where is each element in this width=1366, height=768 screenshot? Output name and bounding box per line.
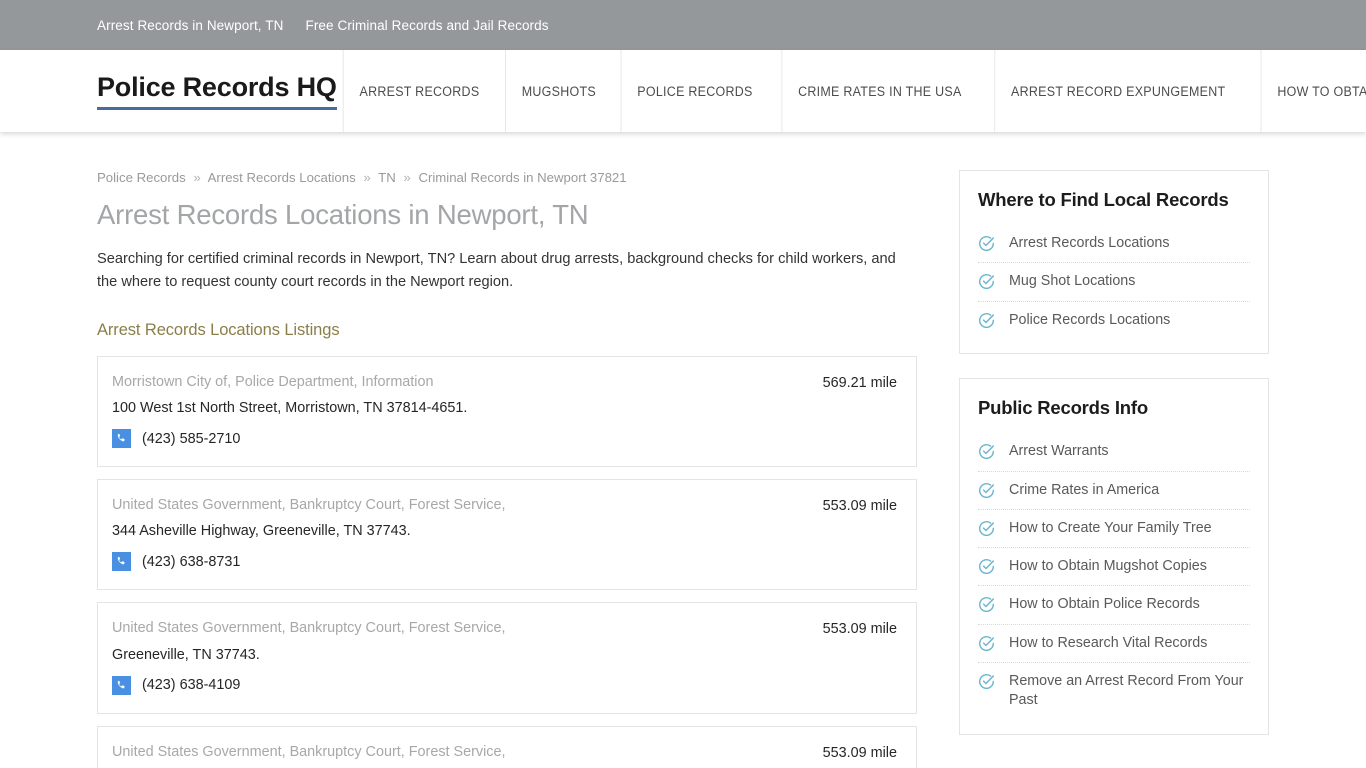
circle-check-icon xyxy=(978,312,995,329)
sidebar: Where to Find Local Records Arrest Recor… xyxy=(959,170,1269,768)
listing-details: United States Government, Bankruptcy Cou… xyxy=(112,497,805,572)
listing-card[interactable]: United States Government, Bankruptcy Cou… xyxy=(97,479,917,591)
breadcrumb-separator: » xyxy=(363,170,371,185)
listing-distance: 553.09 mile xyxy=(822,498,897,515)
phone-icon xyxy=(112,552,131,572)
phone-icon xyxy=(112,675,131,695)
listing-name-link[interactable]: United States Government, Bankruptcy Cou… xyxy=(112,620,805,637)
widget-where-to-find-local-records: Where to Find Local Records Arrest Recor… xyxy=(959,170,1269,355)
listing-phone-link[interactable]: (423) 638-4109 xyxy=(142,677,240,693)
listing-name-link[interactable]: United States Government, Bankruptcy Cou… xyxy=(112,744,805,761)
breadcrumb-separator: » xyxy=(193,170,201,185)
circle-check-icon xyxy=(978,443,995,460)
circle-check-icon xyxy=(978,596,995,613)
circle-check-icon xyxy=(978,520,995,537)
widget-link[interactable]: Arrest Warrants xyxy=(1009,442,1109,461)
widget-link[interactable]: Remove an Arrest Record From Your Past xyxy=(1009,672,1250,711)
widget-title: Public Records Info xyxy=(978,397,1148,419)
list-item[interactable]: Mug Shot Locations xyxy=(978,263,1250,302)
site-logo[interactable]: Police Records HQ xyxy=(97,72,337,110)
breadcrumb-item-current: Criminal Records in Newport 37821 xyxy=(418,170,627,185)
widget-link[interactable]: How to Create Your Family Tree xyxy=(1009,519,1212,538)
circle-check-icon xyxy=(978,273,995,290)
top-utility-bar: Arrest Records in Newport, TN Free Crimi… xyxy=(0,0,1366,50)
listing-card[interactable]: United States Government, Bankruptcy Cou… xyxy=(97,602,917,714)
widget-link[interactable]: How to Research Vital Records xyxy=(1009,634,1207,653)
breadcrumb-item-arrest-records-locations[interactable]: Arrest Records Locations xyxy=(208,170,356,185)
topbar-link-arrest-records[interactable]: Arrest Records in Newport, TN xyxy=(97,18,283,33)
listing-name-link[interactable]: United States Government, Bankruptcy Cou… xyxy=(112,497,805,514)
listing-card[interactable]: United States Government, Bankruptcy Cou… xyxy=(97,725,917,768)
nav-item-how-to-obtain-public-records[interactable]: HOW TO OBTAIN PUBLIC RECORDS xyxy=(1260,50,1366,132)
circle-check-icon xyxy=(978,482,995,499)
main-navigation: ARREST RECORDS MUGSHOTS POLICE RECORDS C… xyxy=(337,50,1366,132)
listing-phone-row: (423) 638-8731 xyxy=(112,552,805,572)
list-item[interactable]: How to Obtain Police Records xyxy=(978,586,1250,625)
widget-list: Arrest Records Locations Mug Shot Locati… xyxy=(978,225,1250,339)
circle-check-icon xyxy=(978,558,995,575)
listing-details: Morristown City of, Police Department, I… xyxy=(112,374,805,449)
listing-address: Greeneville, TN 37743. xyxy=(112,646,260,663)
listing-distance: 553.09 mile xyxy=(822,621,897,638)
list-item[interactable]: How to Research Vital Records xyxy=(978,625,1250,664)
page-body: Police Records » Arrest Records Location… xyxy=(0,132,1366,768)
listing-phone-link[interactable]: (423) 585-2710 xyxy=(142,431,240,447)
nav-item-mugshots[interactable]: MUGSHOTS xyxy=(504,50,612,132)
widget-link[interactable]: Mug Shot Locations xyxy=(1009,272,1135,291)
list-item[interactable]: Crime Rates in America xyxy=(978,472,1250,510)
listing-name-link[interactable]: Morristown City of, Police Department, I… xyxy=(112,374,805,391)
list-item[interactable]: Arrest Records Locations xyxy=(978,225,1250,264)
phone-icon xyxy=(112,429,131,449)
listing-address: 100 West 1st North Street, Morristown, T… xyxy=(112,400,468,417)
listing-details: United States Government, Bankruptcy Cou… xyxy=(112,620,805,695)
widget-link[interactable]: How to Obtain Police Records xyxy=(1009,595,1200,614)
widget-link[interactable]: Arrest Records Locations xyxy=(1009,234,1170,253)
breadcrumb: Police Records » Arrest Records Location… xyxy=(97,170,917,185)
listing-phone-row: (423) 585-2710 xyxy=(112,429,805,449)
list-item[interactable]: How to Create Your Family Tree xyxy=(978,510,1250,549)
page-intro-paragraph: Searching for certified criminal records… xyxy=(97,250,896,291)
widget-link[interactable]: Police Records Locations xyxy=(1009,311,1170,330)
listing-details: United States Government, Bankruptcy Cou… xyxy=(112,744,805,768)
list-item[interactable]: Arrest Warrants xyxy=(978,433,1250,472)
nav-item-police-records[interactable]: POLICE RECORDS xyxy=(620,50,769,132)
main-content: Police Records » Arrest Records Location… xyxy=(97,170,917,768)
listing-phone-row: (423) 638-4109 xyxy=(112,675,805,695)
breadcrumb-separator: » xyxy=(403,170,411,185)
list-item[interactable]: How to Obtain Mugshot Copies xyxy=(978,548,1250,587)
page-title: Arrest Records Locations in Newport, TN xyxy=(97,199,589,230)
list-item[interactable]: Police Records Locations xyxy=(978,302,1250,339)
circle-check-icon xyxy=(978,235,995,252)
circle-check-icon xyxy=(978,673,995,690)
nav-item-arrest-records[interactable]: ARREST RECORDS xyxy=(342,50,494,132)
nav-item-arrest-record-expungement[interactable]: ARREST RECORD EXPUNGEMENT xyxy=(994,50,1241,132)
nav-item-crime-rates-in-the-usa[interactable]: CRIME RATES IN THE USA xyxy=(781,50,978,132)
site-header: Police Records HQ ARREST RECORDS MUGSHOT… xyxy=(0,50,1366,132)
listing-phone-link[interactable]: (423) 638-8731 xyxy=(142,554,240,570)
topbar-link-free-criminal-records[interactable]: Free Criminal Records and Jail Records xyxy=(305,18,548,33)
breadcrumb-item-police-records[interactable]: Police Records xyxy=(97,170,186,185)
listing-address: 344 Asheville Highway, Greeneville, TN 3… xyxy=(112,523,411,540)
listing-distance: 553.09 mile xyxy=(822,744,897,761)
widget-list: Arrest Warrants Crime Rates in America H… xyxy=(978,433,1250,719)
widget-link[interactable]: Crime Rates in America xyxy=(1009,481,1159,500)
circle-check-icon xyxy=(978,635,995,652)
breadcrumb-item-tn[interactable]: TN xyxy=(378,170,396,185)
list-item[interactable]: Remove an Arrest Record From Your Past xyxy=(978,663,1250,720)
widget-title: Where to Find Local Records xyxy=(978,189,1229,210)
listings-heading: Arrest Records Locations Listings xyxy=(97,320,340,339)
listing-distance: 569.21 mile xyxy=(822,374,897,391)
listing-card[interactable]: Morristown City of, Police Department, I… xyxy=(97,355,917,468)
brand-container: Police Records HQ xyxy=(0,50,337,132)
widget-link[interactable]: How to Obtain Mugshot Copies xyxy=(1009,557,1207,576)
widget-public-records-info: Public Records Info Arrest Warrants Crim… xyxy=(959,378,1269,735)
